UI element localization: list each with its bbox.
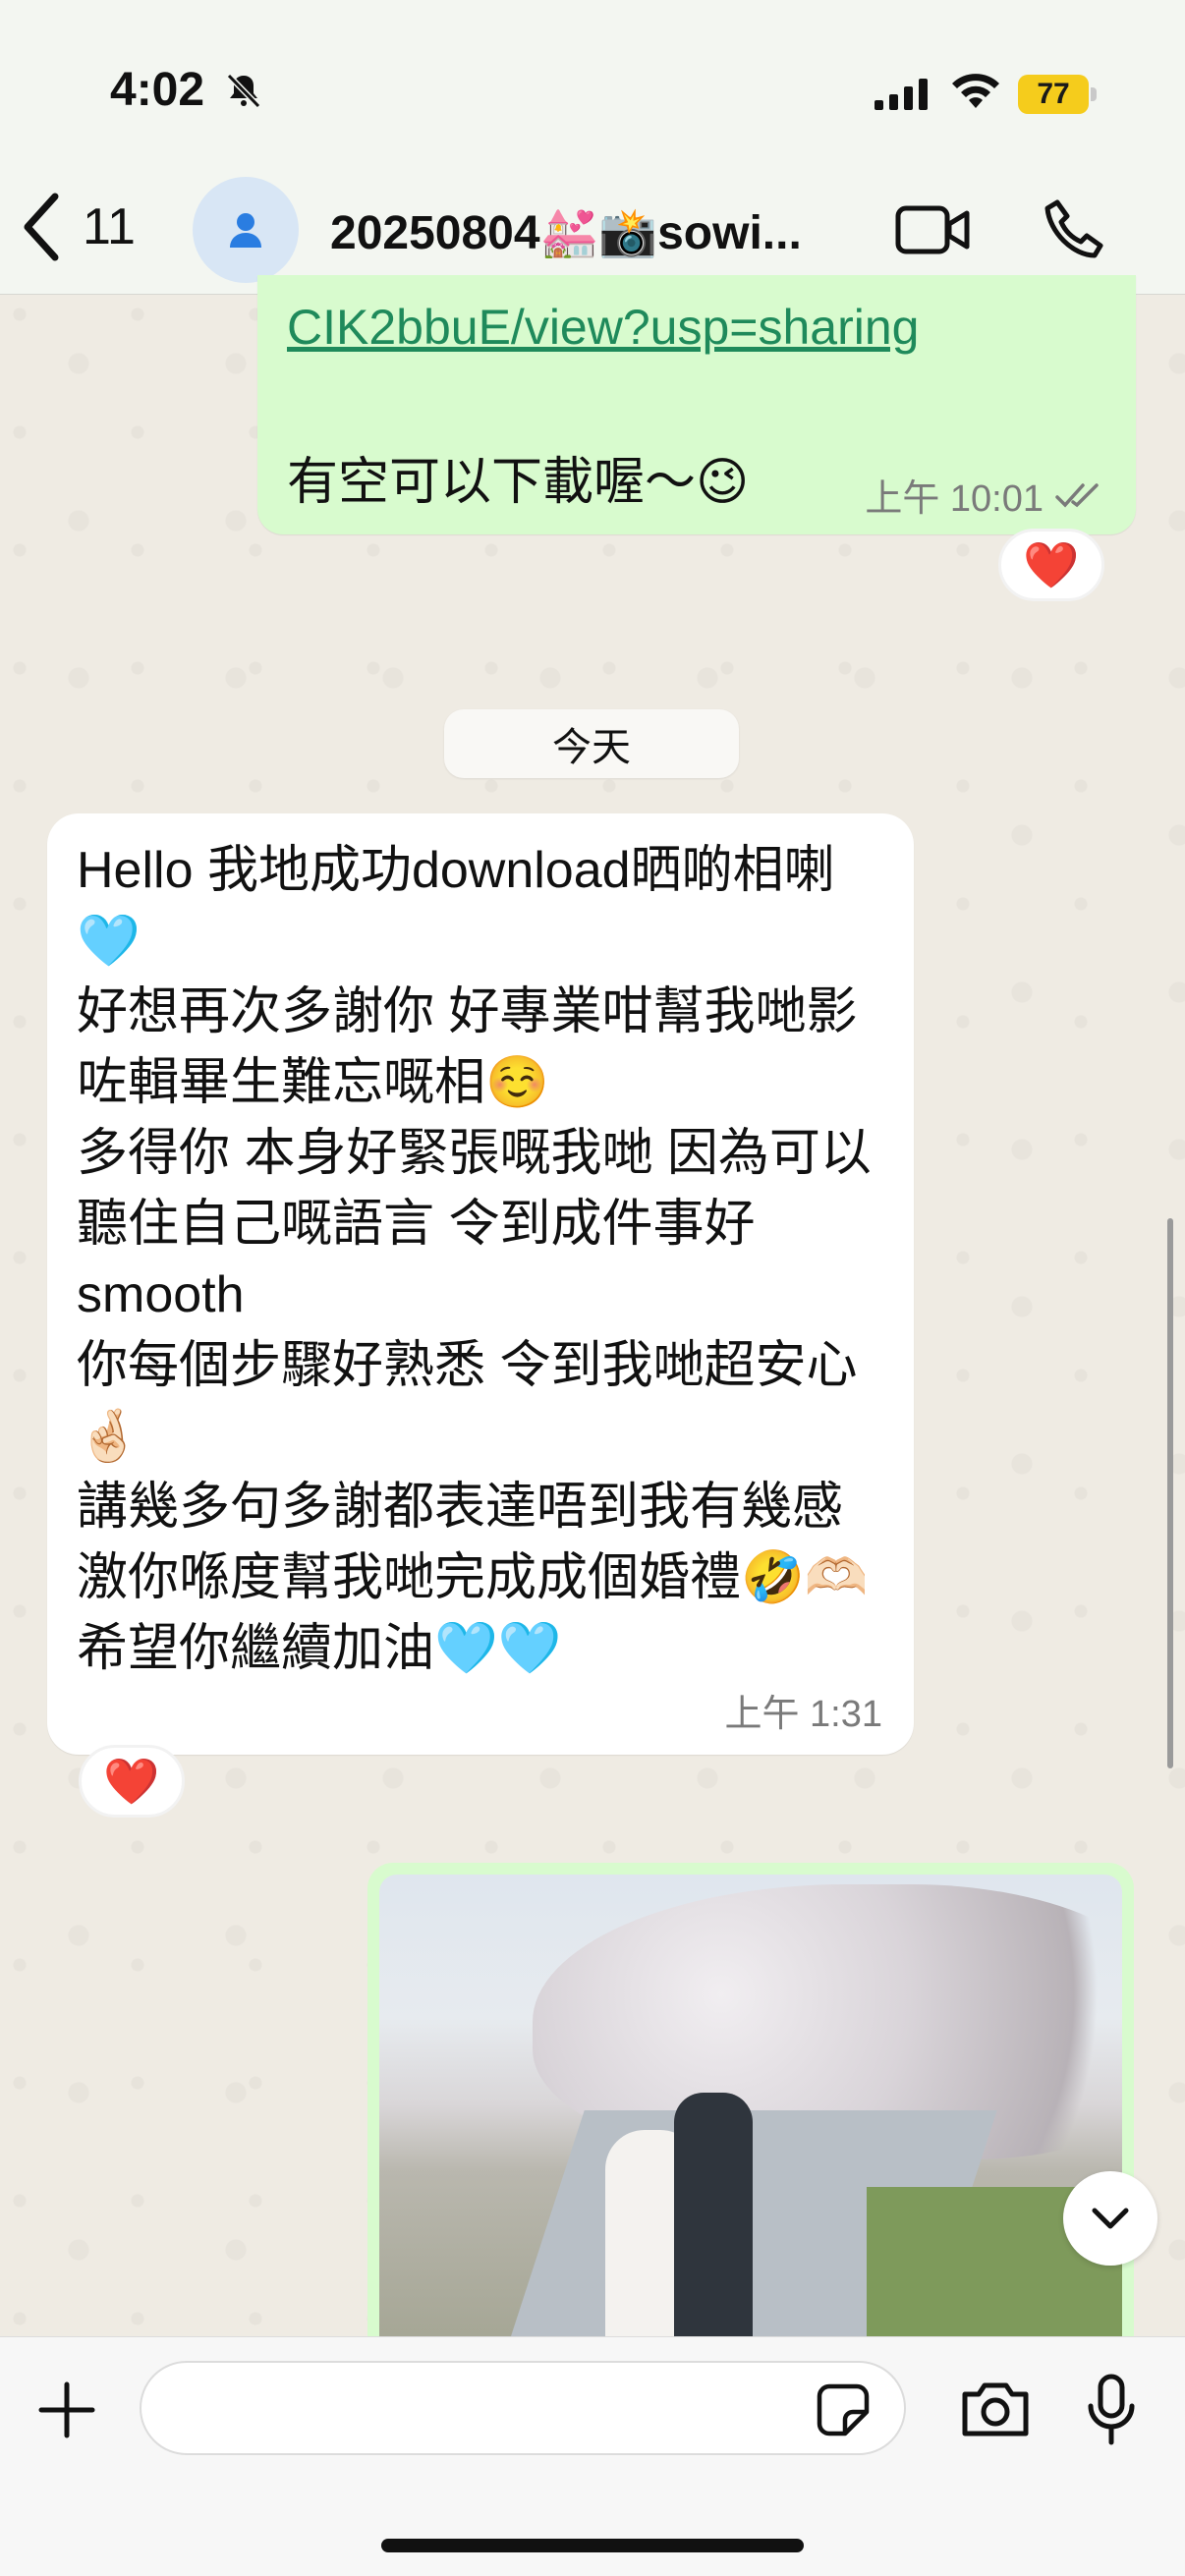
- unread-count: 11: [83, 198, 136, 255]
- reaction-badge[interactable]: ❤️: [998, 529, 1104, 601]
- outgoing-photo-bubble[interactable]: [367, 1863, 1134, 2354]
- message-time: 上午 1:31: [724, 1694, 882, 1735]
- outgoing-message-bubble[interactable]: CIK2bbuE/view?usp=sharing 有空可以下載喔～😉 上午 1…: [257, 275, 1136, 534]
- video-camera-icon[interactable]: [894, 200, 973, 259]
- avatar[interactable]: [193, 177, 299, 283]
- message-text: Hello 我地成功download晒啲相喇🩵 好想再次多謝你 好專業咁幫我哋影…: [77, 842, 872, 1677]
- incoming-message-bubble[interactable]: Hello 我地成功download晒啲相喇🩵 好想再次多謝你 好專業咁幫我哋影…: [47, 813, 914, 1755]
- cellular-signal-icon: [875, 79, 928, 110]
- plus-icon[interactable]: [37, 2380, 96, 2439]
- reaction-badge[interactable]: ❤️: [79, 1745, 185, 1818]
- status-time: 4:02: [110, 64, 205, 116]
- battery-icon: 77: [1018, 75, 1097, 114]
- message-text: 有空可以下載喔～😉: [287, 454, 750, 511]
- microphone-icon[interactable]: [1085, 2373, 1138, 2447]
- bell-slash-icon: [226, 73, 261, 109]
- date-separator: 今天: [444, 709, 739, 778]
- scrollbar[interactable]: [1167, 1218, 1173, 1768]
- double-check-icon: [1055, 482, 1099, 508]
- chat-title[interactable]: 20250804💒📸sowi...: [330, 204, 861, 260]
- message-link[interactable]: CIK2bbuE/view?usp=sharing: [287, 299, 919, 356]
- wifi-icon: [952, 74, 999, 108]
- message-time: 上午 10:01: [865, 478, 1044, 520]
- home-indicator[interactable]: [381, 2539, 804, 2552]
- phone-icon[interactable]: [1044, 196, 1108, 261]
- chevron-left-icon: [24, 193, 59, 261]
- camera-icon[interactable]: [959, 2379, 1032, 2439]
- sticker-icon[interactable]: [816, 2382, 871, 2437]
- wedding-photo[interactable]: [379, 1875, 1122, 2354]
- battery-level: 77: [1037, 78, 1070, 110]
- chevron-down-icon: [1092, 2208, 1129, 2229]
- message-meta: 上午 10:01: [865, 468, 1108, 522]
- scroll-to-bottom-button[interactable]: [1063, 2171, 1157, 2266]
- message-input[interactable]: [140, 2361, 906, 2455]
- status-bar: 4:02 77: [0, 0, 1185, 167]
- person-icon: [230, 213, 261, 248]
- back-button[interactable]: 11: [20, 193, 136, 261]
